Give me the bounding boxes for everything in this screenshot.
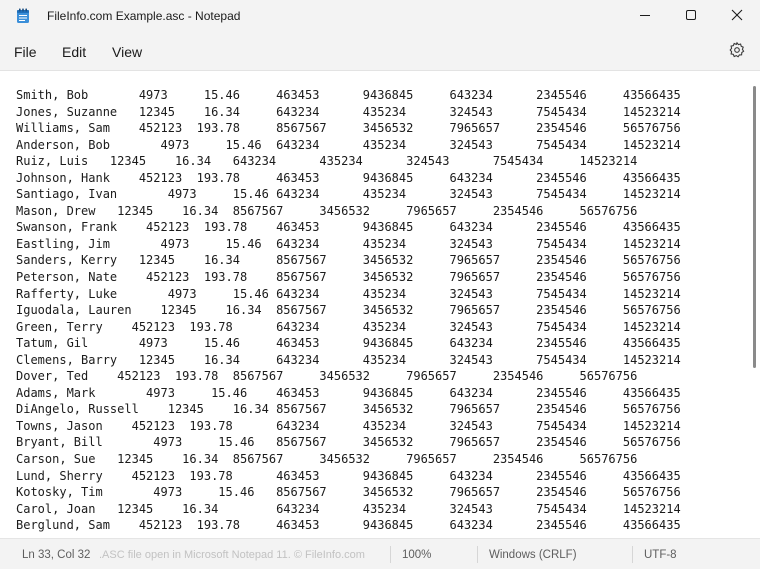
text-line: Iguodala, Lauren 12345 16.34 8567567 345… [16,303,681,318]
status-divider [390,546,391,563]
text-line: Towns, Jason 452123 193.78 643234 435234… [16,418,681,433]
text-line: Johnson, Hank 452123 193.78 463453 94368… [16,170,681,185]
menu-bar: File Edit View [0,32,760,70]
minimize-button[interactable] [622,0,668,30]
editor-text: Smith, Bob 4973 15.46 463453 9436845 643… [16,87,756,534]
text-line: Jones, Suzanne 12345 16.34 643234 435234… [16,104,681,119]
text-line: Clemens, Barry 12345 16.34 643234 435234… [16,352,681,367]
title-bar: FileInfo.com Example.asc - Notepad [0,0,760,32]
text-line: Kotosky, Tim 4973 15.46 8567567 3456532 … [16,485,681,500]
notepad-icon [17,8,29,23]
close-button[interactable] [714,0,760,30]
maximize-button[interactable] [668,0,714,30]
menu-view[interactable]: View [112,44,142,60]
status-bar: Ln 33, Col 32 .ASC file open in Microsof… [0,538,760,569]
text-line: Williams, Sam 452123 193.78 8567567 3456… [16,121,681,136]
text-line: Swanson, Frank 452123 193.78 463453 9436… [16,220,681,235]
zoom-level[interactable]: 100% [402,549,431,561]
text-line: Mason, Drew 12345 16.34 8567567 3456532 … [16,203,638,218]
minimize-icon [640,15,650,16]
text-line: Carson, Sue 12345 16.34 8567567 3456532 … [16,452,638,467]
text-line: Carol, Joan 12345 16.34 643234 435234 32… [16,501,681,516]
text-line: Peterson, Nate 452123 193.78 8567567 345… [16,270,681,285]
status-divider [632,546,633,563]
text-line: Smith, Bob 4973 15.46 463453 9436845 643… [16,88,681,102]
text-line: Berglund, Sam 452123 193.78 463453 94368… [16,518,681,533]
text-line: Santiago, Ivan 4973 15.46 643234 435234 … [16,187,681,202]
text-line: Bryant, Bill 4973 15.46 8567567 3456532 … [16,435,681,450]
maximize-icon [686,10,696,20]
watermark: .ASC file open in Microsoft Notepad 11. … [99,549,365,561]
text-editor[interactable]: Smith, Bob 4973 15.46 463453 9436845 643… [0,70,760,539]
text-line: Sanders, Kerry 12345 16.34 8567567 34565… [16,253,681,268]
line-ending[interactable]: Windows (CRLF) [489,549,577,561]
text-line: Dover, Ted 452123 193.78 8567567 3456532… [16,369,638,384]
status-divider [477,546,478,563]
gear-icon[interactable] [728,41,746,59]
text-line: Rafferty, Luke 4973 15.46 643234 435234 … [16,286,681,301]
text-line: Anderson, Bob 4973 15.46 643234 435234 3… [16,137,681,152]
menu-file[interactable]: File [14,44,37,60]
text-line: DiAngelo, Russell 12345 16.34 8567567 34… [16,402,681,417]
text-line: Ruiz, Luis 12345 16.34 643234 435234 324… [16,154,638,169]
text-line: Adams, Mark 4973 15.46 463453 9436845 64… [16,385,681,400]
text-line: Tatum, Gil 4973 15.46 463453 9436845 643… [16,336,681,351]
menu-edit[interactable]: Edit [62,44,86,60]
text-line: Lund, Sherry 452123 193.78 463453 943684… [16,468,681,483]
notepad-window: FileInfo.com Example.asc - Notepad File … [0,0,760,569]
encoding[interactable]: UTF-8 [644,549,677,561]
vertical-scrollbar[interactable] [753,86,756,368]
window-title: FileInfo.com Example.asc - Notepad [47,9,241,23]
close-icon [731,9,743,21]
text-line: Eastling, Jim 4973 15.46 643234 435234 3… [16,236,681,251]
text-line: Green, Terry 452123 193.78 643234 435234… [16,319,681,334]
cursor-position: Ln 33, Col 32 [22,549,91,561]
